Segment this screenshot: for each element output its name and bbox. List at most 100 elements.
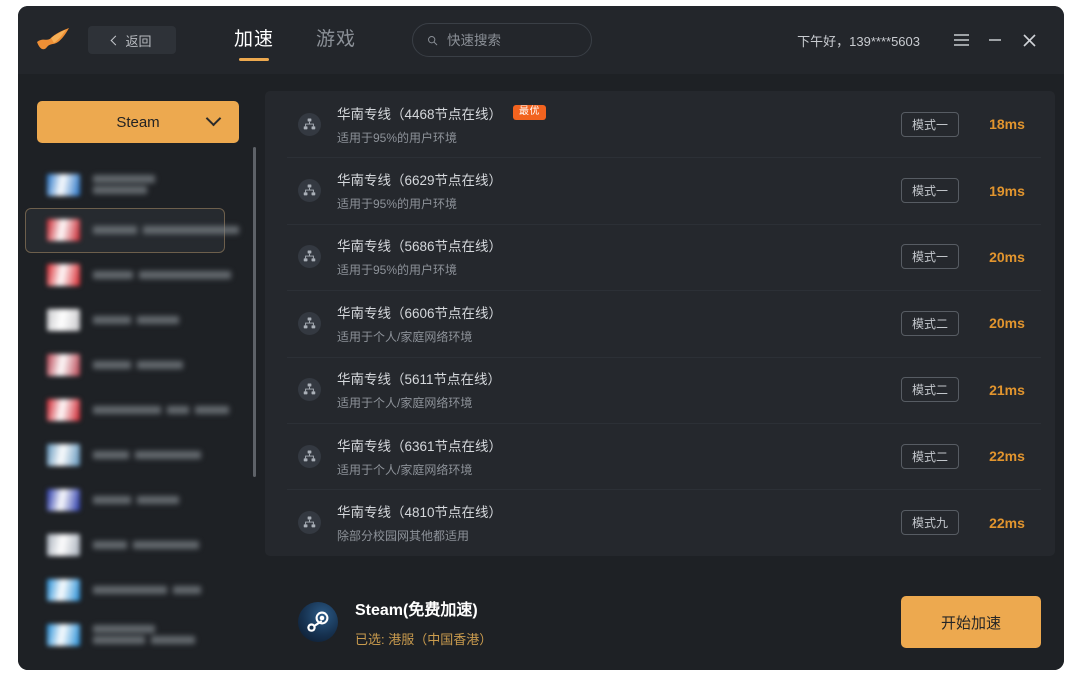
node-row[interactable]: 华南专线（6629节点在线） 适用于95%的用户环境 模式一 19ms xyxy=(265,157,1055,224)
network-node-icon xyxy=(298,245,321,269)
node-row[interactable]: 华南专线（5686节点在线） 适用于95%的用户环境 模式一 20ms xyxy=(265,223,1055,291)
search-box[interactable] xyxy=(412,23,593,57)
game-list-item[interactable] xyxy=(18,567,256,612)
node-title: 华南专线（6361节点在线） xyxy=(337,438,503,454)
sidebar: Steam xyxy=(18,74,256,670)
node-mode-button[interactable]: 模式九 xyxy=(901,510,959,536)
network-node-icon xyxy=(298,179,321,203)
node-title: 华南专线（4810节点在线） xyxy=(337,505,503,521)
node-text-group: 华南专线（6361节点在线） 适用于个人/家庭网络环境 xyxy=(337,435,502,478)
network-node-icon xyxy=(298,378,321,402)
footer-selected-region: 已选: 港服（中国香港） xyxy=(355,632,493,647)
node-latency: 21ms xyxy=(989,381,1025,398)
game-thumbnail-icon xyxy=(47,578,80,601)
node-mode-button[interactable]: 模式二 xyxy=(901,443,959,469)
node-title-line: 华南专线（6361节点在线） xyxy=(337,435,502,455)
search-input[interactable] xyxy=(447,32,578,48)
chevron-left-icon xyxy=(111,35,121,45)
game-name-redacted xyxy=(93,315,179,324)
game-list[interactable] xyxy=(18,162,256,670)
game-thumbnail-icon xyxy=(47,488,80,511)
game-name-redacted xyxy=(93,225,239,234)
node-row[interactable]: 华南专线（6361节点在线） 适用于个人/家庭网络环境 模式二 22ms xyxy=(265,422,1055,490)
node-subtitle: 适用于个人/家庭网络环境 xyxy=(337,329,473,344)
game-list-item[interactable] xyxy=(18,342,256,387)
footer: Steam(免费加速) 已选: 港服（中国香港） 开始加速 xyxy=(265,596,1064,670)
node-row[interactable]: 华南专线（4810节点在线） 除部分校园网其他都适用 模式九 22ms xyxy=(265,489,1055,556)
node-title-line: 华南专线（5611节点在线） xyxy=(337,368,501,388)
game-list-item[interactable] xyxy=(18,387,256,432)
network-node-icon xyxy=(298,444,321,468)
minimize-button[interactable] xyxy=(978,23,1012,57)
game-name-redacted xyxy=(93,360,183,369)
app-window: 返回 加速 游戏 下午好，139****5603 xyxy=(18,6,1064,670)
node-title: 华南专线（6606节点在线） xyxy=(337,305,503,321)
node-subtitle: 除部分校园网其他都适用 xyxy=(337,529,470,544)
game-list-item[interactable] xyxy=(18,252,256,297)
game-list-item[interactable] xyxy=(18,207,256,253)
tab-accelerate[interactable]: 加速 xyxy=(234,24,274,61)
game-thumbnail-icon xyxy=(47,308,80,331)
back-button-label: 返回 xyxy=(125,33,152,49)
node-mode-button[interactable]: 模式一 xyxy=(901,178,959,204)
close-button[interactable] xyxy=(1012,23,1046,57)
node-title: 华南专线（5611节点在线） xyxy=(337,372,502,388)
node-mode-button[interactable]: 模式一 xyxy=(901,111,959,137)
hamburger-glyph xyxy=(953,34,969,46)
node-row[interactable]: 华南专线（5611节点在线） 适用于个人/家庭网络环境 模式二 21ms xyxy=(265,356,1055,423)
node-mode-button[interactable]: 模式一 xyxy=(901,244,959,270)
footer-text-group: Steam(免费加速) 已选: 港服（中国香港） xyxy=(355,596,492,648)
node-text-group: 华南专线（6629节点在线） 适用于95%的用户环境 xyxy=(337,169,502,212)
titlebar: 返回 加速 游戏 下午好，139****5603 xyxy=(18,6,1064,74)
game-list-item[interactable] xyxy=(18,477,256,522)
network-node-icon xyxy=(298,511,321,535)
node-title: 华南专线（5686节点在线） xyxy=(337,239,503,255)
game-list-item[interactable] xyxy=(18,522,256,567)
minimize-icon xyxy=(989,39,1001,41)
start-accelerate-button[interactable]: 开始加速 xyxy=(901,596,1041,648)
game-thumbnail-icon xyxy=(47,353,80,376)
network-node-icon xyxy=(298,311,321,335)
node-text-group: 华南专线（6606节点在线） 适用于个人/家庭网络环境 xyxy=(337,302,502,345)
user-greeting: 下午好，139****5603 xyxy=(797,33,920,49)
search-icon xyxy=(428,35,438,45)
game-thumbnail-icon xyxy=(47,263,80,286)
game-list-item[interactable] xyxy=(18,612,256,657)
app-logo xyxy=(24,6,82,74)
game-thumbnail-icon xyxy=(47,218,80,241)
game-name-redacted xyxy=(93,270,231,279)
main-tabs: 加速 游戏 xyxy=(234,6,356,74)
node-mode-button[interactable]: 模式二 xyxy=(901,310,959,336)
optimal-badge: 最优 xyxy=(513,105,547,121)
node-row[interactable]: 华南专线（6606节点在线） 适用于个人/家庭网络环境 模式二 20ms xyxy=(265,290,1055,357)
back-button[interactable]: 返回 xyxy=(88,26,176,54)
node-latency: 19ms xyxy=(989,182,1025,199)
tab-games[interactable]: 游戏 xyxy=(316,24,356,61)
node-latency: 20ms xyxy=(989,315,1025,332)
game-name-redacted xyxy=(93,585,201,594)
platform-selector[interactable]: Steam xyxy=(37,101,239,143)
game-thumbnail-icon xyxy=(47,173,80,196)
chevron-down-icon xyxy=(205,110,222,126)
footer-game-title: Steam(免费加速) xyxy=(355,602,478,619)
node-mode-button[interactable]: 模式二 xyxy=(901,377,959,403)
steam-glyph xyxy=(307,611,329,632)
game-list-item[interactable] xyxy=(18,162,256,207)
node-text-group: 华南专线（5611节点在线） 适用于个人/家庭网络环境 xyxy=(337,368,501,411)
node-subtitle: 适用于个人/家庭网络环境 xyxy=(337,462,473,477)
sidebar-scrollbar[interactable] xyxy=(253,147,256,477)
game-name-redacted xyxy=(93,495,179,504)
menu-icon[interactable] xyxy=(944,23,978,57)
game-thumbnail-icon xyxy=(47,623,80,646)
node-title-line: 华南专线（6629节点在线） xyxy=(337,169,502,189)
node-subtitle: 适用于95%的用户环境 xyxy=(337,263,458,278)
node-row[interactable]: 华南专线（4468节点在线） 最优 适用于95%的用户环境 模式一 18ms xyxy=(265,91,1055,158)
game-name-redacted xyxy=(93,625,195,644)
node-text-group: 华南专线（4468节点在线） 最优 适用于95%的用户环境 xyxy=(337,103,547,146)
game-list-item[interactable] xyxy=(18,297,256,342)
node-title-line: 华南专线（6606节点在线） xyxy=(337,302,502,322)
game-name-redacted xyxy=(93,175,155,194)
node-title-line: 华南专线（4810节点在线） xyxy=(337,501,502,521)
game-list-item[interactable] xyxy=(18,432,256,477)
node-subtitle: 适用于95%的用户环境 xyxy=(337,197,458,212)
